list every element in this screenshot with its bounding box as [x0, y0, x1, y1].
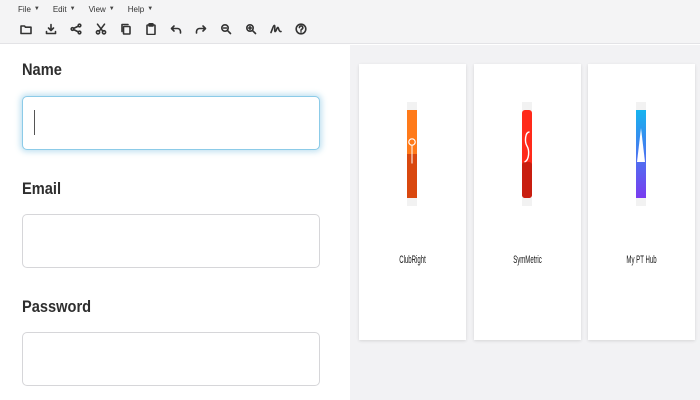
password-input[interactable] — [22, 332, 320, 386]
cut-button[interactable] — [92, 20, 110, 38]
undo-button[interactable] — [167, 20, 185, 38]
chevron-down-icon: ▼ — [33, 6, 40, 12]
folder-icon — [20, 25, 32, 35]
app-card-my-pt-hub[interactable]: My PT Hub — [588, 64, 695, 340]
chevron-down-icon: ▼ — [147, 6, 154, 12]
name-label: Name — [22, 60, 62, 79]
share-icon — [70, 23, 82, 35]
undo-icon — [170, 25, 182, 34]
clubright-logo-icon — [407, 102, 417, 206]
top-bar: File ▼ Edit ▼ View ▼ Help ▼ — [0, 0, 700, 44]
download-icon — [45, 23, 57, 35]
menu-bar: File ▼ Edit ▼ View ▼ Help ▼ — [18, 3, 153, 15]
copy-icon — [121, 23, 131, 35]
zoom-out-button[interactable] — [217, 20, 235, 38]
app-card-name: ClubRight — [399, 254, 426, 266]
zoom-in-icon — [245, 23, 257, 35]
menu-edit-label: Edit — [52, 4, 67, 14]
redo-icon — [195, 25, 207, 34]
help-icon — [295, 23, 307, 35]
app-card-name: My PT Hub — [626, 254, 657, 266]
paste-button[interactable] — [142, 20, 160, 38]
chevron-down-icon: ▼ — [69, 6, 76, 12]
email-input[interactable] — [22, 214, 320, 268]
zoom-out-icon — [220, 23, 232, 35]
menu-edit[interactable]: Edit ▼ — [53, 3, 76, 15]
help-button[interactable] — [292, 20, 310, 38]
signup-form: Name Email Password — [0, 45, 350, 400]
copy-button[interactable] — [117, 20, 135, 38]
menu-help-label: Help — [127, 4, 145, 14]
menu-file[interactable]: File ▼ — [18, 3, 40, 15]
clipboard-icon — [146, 23, 156, 35]
symmetric-logo-icon — [522, 102, 532, 206]
chevron-down-icon: ▼ — [108, 6, 115, 12]
scissors-icon — [95, 23, 107, 35]
email-label: Email — [22, 179, 62, 198]
app-card-clubright[interactable]: ClubRight — [359, 64, 466, 340]
open-button[interactable] — [17, 20, 35, 38]
redo-button[interactable] — [192, 20, 210, 38]
menu-file-label: File — [18, 4, 31, 14]
app-card-symmetric[interactable]: SymMetric — [474, 64, 581, 340]
menu-view[interactable]: View ▼ — [89, 3, 115, 15]
password-label: Password — [22, 297, 92, 316]
text-cursor — [34, 110, 35, 135]
menu-help[interactable]: Help ▼ — [128, 3, 153, 15]
app-cards-panel: ClubRight SymMetric My PT Hub — [350, 45, 700, 400]
menu-view-label: View — [88, 4, 106, 14]
signature-button[interactable] — [267, 20, 285, 38]
share-button[interactable] — [67, 20, 85, 38]
name-input[interactable] — [22, 96, 320, 150]
signature-icon — [270, 24, 282, 34]
zoom-in-button[interactable] — [242, 20, 260, 38]
download-button[interactable] — [42, 20, 60, 38]
toolbar — [17, 20, 310, 38]
my-pt-hub-logo-icon — [636, 102, 646, 206]
app-card-name: SymMetric — [513, 254, 542, 266]
